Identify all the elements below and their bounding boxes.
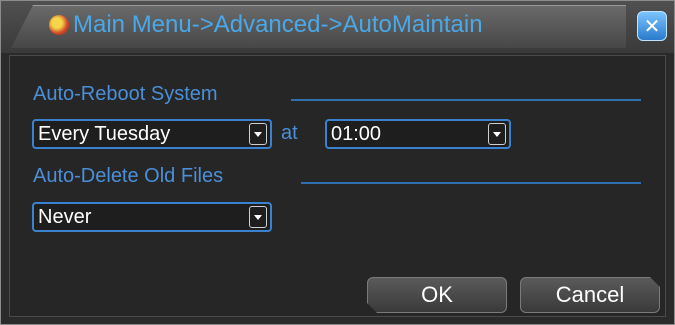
app-logo-icon [49, 15, 69, 35]
close-icon: ✕ [643, 15, 661, 38]
section-divider [301, 182, 641, 184]
reboot-day-select[interactable]: Every Tuesday [32, 119, 272, 149]
reboot-day-value: Every Tuesday [38, 122, 171, 145]
chevron-down-icon[interactable] [249, 206, 267, 228]
window-title: Main Menu->Advanced->AutoMaintain [73, 11, 483, 38]
chevron-down-icon[interactable] [488, 123, 506, 145]
section-divider [291, 99, 641, 101]
auto-maintain-dialog: Main Menu->Advanced->AutoMaintain ✕ Auto… [0, 0, 675, 325]
chevron-down-icon[interactable] [249, 123, 267, 145]
at-label: at [281, 122, 298, 144]
reboot-time-select[interactable]: 01:00 [325, 119, 511, 149]
cancel-button[interactable]: Cancel [520, 277, 660, 313]
close-button[interactable]: ✕ [637, 11, 667, 41]
auto-reboot-section-label: Auto-Reboot System [33, 83, 218, 105]
title-bar[interactable]: Main Menu->Advanced->AutoMaintain ✕ [1, 1, 674, 53]
ok-button[interactable]: OK [367, 277, 507, 313]
delete-old-files-select[interactable]: Never [32, 202, 272, 232]
reboot-time-value: 01:00 [331, 122, 382, 145]
auto-delete-section-label: Auto-Delete Old Files [33, 165, 224, 187]
delete-old-files-value: Never [38, 205, 92, 228]
